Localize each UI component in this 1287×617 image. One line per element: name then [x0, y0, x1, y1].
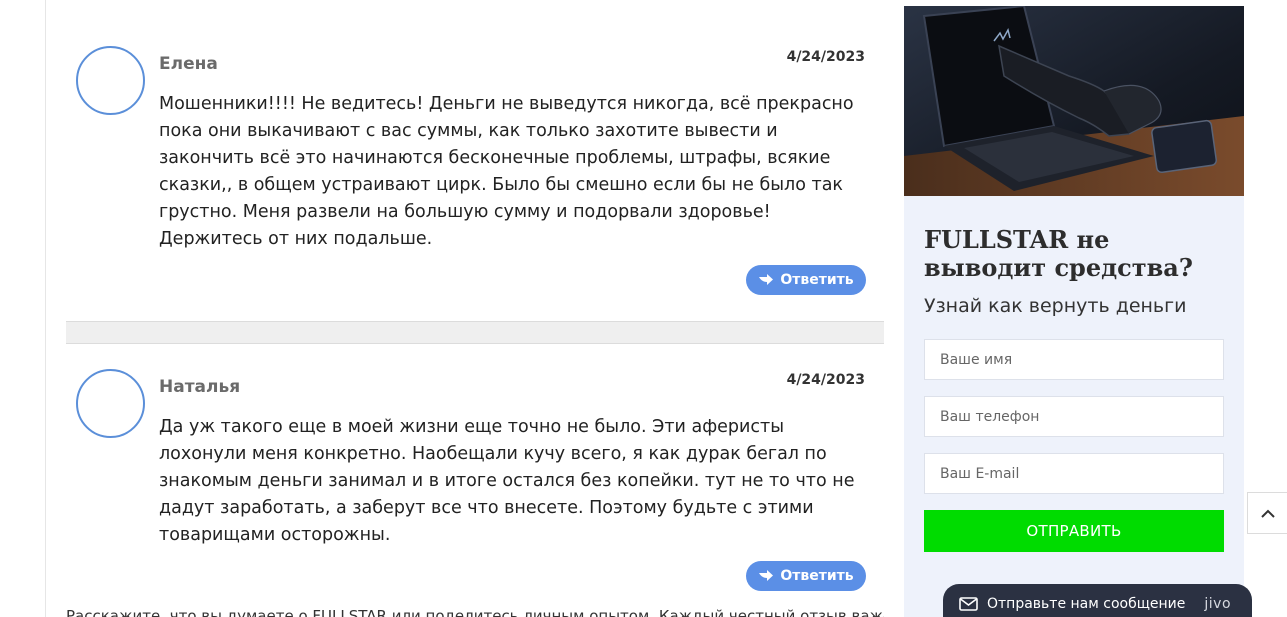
avatar	[76, 46, 145, 115]
comment-text: Мошенники!!!! Не ведитесь! Деньги не выв…	[159, 94, 854, 249]
reply-arrow-icon	[759, 274, 774, 285]
comment-item: Елена 4/24/2023 Мошенники!!!! Не ведитес…	[66, 0, 884, 320]
comment-text: Да уж такого еще в моей жизни еще точно …	[159, 417, 855, 545]
content-left-border	[45, 0, 46, 617]
promo-image	[904, 6, 1244, 196]
comment-separator	[66, 321, 884, 344]
comment-date: 4/24/2023	[786, 372, 865, 388]
chat-label: Отправьте нам сообщение	[987, 596, 1186, 612]
comment-author: Наталья	[159, 377, 241, 397]
reply-button-label: Ответить	[780, 272, 854, 288]
phone-field[interactable]	[924, 396, 1224, 437]
review-invite-text: Расскажите, что вы думаете о FULLSTAR ил…	[66, 607, 884, 617]
chevron-up-icon	[1260, 509, 1275, 518]
chat-widget[interactable]: Отправьте нам сообщение jivo	[943, 584, 1252, 617]
scroll-to-top-button[interactable]	[1247, 492, 1287, 534]
reply-button-label: Ответить	[780, 568, 854, 584]
reply-button[interactable]: Ответить	[746, 561, 866, 591]
email-field[interactable]	[924, 453, 1224, 494]
mail-icon	[959, 597, 978, 611]
submit-button[interactable]: Отправить	[924, 510, 1224, 552]
avatar	[76, 369, 145, 438]
chat-brand: jivo	[1204, 596, 1232, 612]
comment-item: Наталья 4/24/2023 Да уж такого еще в мое…	[66, 344, 884, 604]
sidebar-lead-form: FULLSTAR не выводит средства? Узнай как …	[904, 6, 1244, 617]
name-field[interactable]	[924, 339, 1224, 380]
promo-subtitle: Узнай как вернуть деньги	[924, 295, 1187, 317]
reply-arrow-icon	[759, 570, 774, 581]
reply-button[interactable]: Ответить	[746, 265, 866, 295]
comment-author: Елена	[159, 54, 218, 74]
comment-date: 4/24/2023	[786, 49, 865, 65]
promo-title: FULLSTAR не выводит средства?	[924, 225, 1193, 282]
